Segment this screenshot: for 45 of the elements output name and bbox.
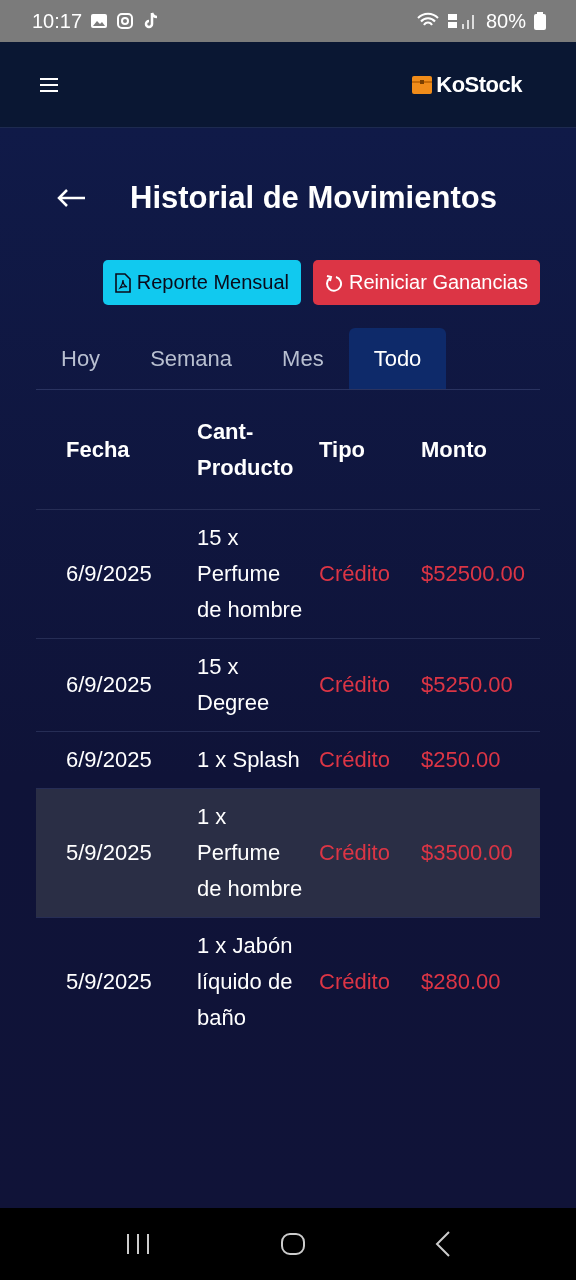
- amount-cell: $5250.00: [421, 672, 513, 697]
- filter-tab[interactable]: Hoy: [36, 328, 126, 389]
- status-time: 10:17: [32, 9, 83, 33]
- back-icon[interactable]: [435, 1231, 452, 1257]
- back-arrow-icon[interactable]: [56, 188, 86, 208]
- refresh-icon: [325, 273, 343, 292]
- date-cell: 6/9/2025: [66, 747, 152, 772]
- filter-tab[interactable]: Todo: [348, 328, 447, 389]
- filter-tab[interactable]: Semana: [125, 328, 258, 389]
- date-cell: 6/9/2025: [66, 561, 152, 586]
- recent-apps-icon[interactable]: [124, 1233, 151, 1255]
- amount-cell: $52500.00: [421, 561, 525, 586]
- amount-cell: $280.00: [421, 969, 501, 994]
- brand-name: KoStock: [436, 71, 522, 98]
- date-cell: 6/9/2025: [66, 672, 152, 697]
- type-cell: Crédito: [319, 561, 390, 586]
- amount-cell: $3500.00: [421, 840, 513, 865]
- page-title: Historial de Movimientos: [130, 180, 497, 216]
- gallery-icon: [90, 12, 109, 30]
- date-cell: 5/9/2025: [66, 840, 152, 865]
- menu-icon[interactable]: [40, 77, 58, 92]
- camera-app-icon: [116, 12, 135, 30]
- type-cell: Crédito: [319, 747, 390, 772]
- filter-tab[interactable]: Mes: [257, 328, 349, 389]
- product-cell: 1 x Splash: [197, 747, 300, 772]
- battery-percent: 80%: [485, 9, 526, 33]
- column-header: Cant-Producto: [197, 418, 294, 480]
- type-cell: Crédito: [319, 672, 390, 697]
- product-cell: 15 x Degree: [197, 654, 270, 715]
- product-cell: 15 x Perfume de hombre: [197, 525, 303, 622]
- type-cell: Crédito: [319, 840, 390, 865]
- column-header: Monto: [421, 436, 487, 462]
- pdf-file-icon: [114, 272, 131, 293]
- product-cell: 1 x Perfume de hombre: [197, 804, 303, 901]
- column-header: Fecha: [66, 436, 130, 462]
- column-header: Tipo: [319, 436, 366, 462]
- amount-cell: $250.00: [421, 747, 501, 772]
- type-cell: Crédito: [319, 969, 390, 994]
- date-cell: 5/9/2025: [66, 969, 152, 994]
- product-cell: 1 x Jabón líquido de baño: [197, 933, 293, 1030]
- home-icon[interactable]: [280, 1232, 306, 1256]
- reset-button[interactable]: Reiniciar Ganancias: [313, 260, 540, 305]
- box-logo-icon: [412, 74, 433, 95]
- report-button[interactable]: Reporte Mensual: [102, 260, 301, 305]
- battery-icon: [534, 12, 546, 30]
